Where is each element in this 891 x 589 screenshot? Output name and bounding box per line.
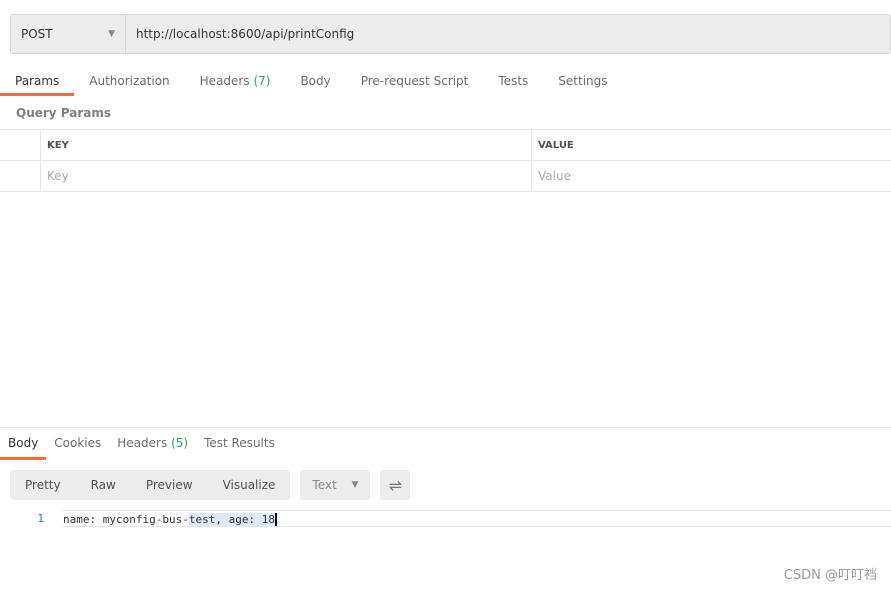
table-header: KEY VALUE (0, 130, 891, 161)
url-input[interactable]: http://localhost:8600/api/printConfig (126, 27, 354, 41)
tab-settings[interactable]: Settings (543, 70, 622, 96)
tab-response-headers[interactable]: Headers (5) (109, 436, 196, 460)
chevron-down-icon: ▼ (108, 29, 115, 39)
table-row: Key Value (0, 161, 891, 192)
watermark: CSDN @叮叮裆 (783, 568, 877, 583)
key-header: KEY (41, 130, 532, 160)
params-table: KEY VALUE Key Value (0, 129, 891, 192)
key-input[interactable]: Key (41, 161, 532, 191)
format-label: Text (312, 478, 337, 492)
chevron-down-icon: ▼ (351, 480, 359, 490)
visualize-button[interactable]: Visualize (208, 478, 291, 492)
view-mode-group: Pretty Raw Preview Visualize (10, 470, 291, 500)
line-number: 1 (37, 512, 44, 525)
tab-cookies[interactable]: Cookies (46, 436, 109, 460)
value-input[interactable]: Value (532, 169, 891, 183)
headers-count: (5) (171, 436, 189, 450)
tab-test-results[interactable]: Test Results (196, 436, 283, 460)
tab-headers[interactable]: Headers (7) (185, 70, 286, 96)
tab-label: Headers (199, 74, 250, 88)
tab-body[interactable]: Body (285, 70, 345, 96)
tab-params[interactable]: Params (0, 70, 75, 96)
wrap-lines-icon[interactable]: ⇌ (380, 470, 411, 500)
response-body[interactable]: 1 name: myconfig-bus-test, age: 18 (0, 510, 891, 527)
response-panel: Body Cookies Headers (5) Test Results (0, 427, 891, 461)
value-header: VALUE (538, 139, 574, 151)
query-params-title: Query Params (16, 106, 112, 120)
pretty-button[interactable]: Pretty (10, 478, 76, 492)
method-select[interactable]: POST ▼ (11, 15, 126, 53)
tab-response-body[interactable]: Body (0, 436, 47, 460)
format-select[interactable]: Text ▼ (300, 470, 371, 500)
code-line: name: myconfig-bus-test, age: 18 (62, 510, 891, 527)
tab-label: Headers (117, 436, 168, 450)
headers-count: (7) (253, 74, 271, 88)
method-label: POST (21, 27, 53, 41)
raw-button[interactable]: Raw (76, 478, 131, 492)
tab-authorization[interactable]: Authorization (74, 70, 184, 96)
tab-tests[interactable]: Tests (483, 70, 543, 96)
request-tabs: Params Authorization Headers (7) Body Pr… (0, 70, 623, 96)
response-toolbar: Pretty Raw Preview Visualize Text ▼ ⇌ (10, 470, 411, 500)
tab-pre-request-script[interactable]: Pre-request Script (346, 70, 484, 96)
url-bar: POST ▼ http://localhost:8600/api/printCon… (10, 14, 891, 54)
preview-button[interactable]: Preview (131, 478, 208, 492)
